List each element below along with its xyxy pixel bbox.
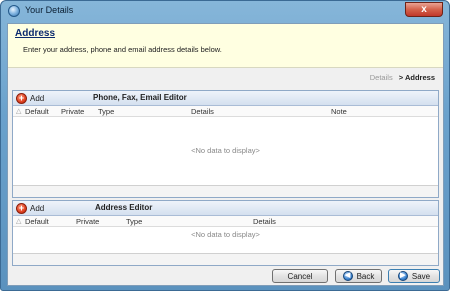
sort-icon[interactable]: △	[16, 217, 21, 225]
add-label: Add	[30, 204, 45, 213]
column-header-row: △ Default Private Type Details	[13, 216, 438, 227]
panel-title: Phone, Fax, Email Editor	[93, 93, 187, 102]
page-header: Address Enter your address, phone and em…	[8, 24, 443, 68]
panel-toolbar: + Add Phone, Fax, Email Editor	[13, 91, 438, 106]
add-icon: +	[16, 93, 27, 104]
dialog-content: Address Enter your address, phone and em…	[7, 23, 444, 286]
page-description: Enter your address, phone and email addr…	[23, 45, 222, 54]
breadcrumb-address: > Address	[398, 73, 435, 82]
panel-toolbar: + Add Address Editor	[13, 201, 438, 216]
column-default[interactable]: Default	[25, 107, 49, 116]
phone-email-panel: + Add Phone, Fax, Email Editor △ Default…	[12, 90, 439, 198]
close-button[interactable]: x	[405, 2, 443, 17]
add-phone-button[interactable]: + Add	[16, 93, 44, 104]
add-address-button[interactable]: + Add	[16, 203, 44, 214]
column-details[interactable]: Details	[191, 107, 214, 116]
column-details[interactable]: Details	[253, 217, 276, 226]
add-label: Add	[30, 94, 45, 103]
page-title: Address	[15, 28, 56, 39]
column-default[interactable]: Default	[25, 217, 49, 226]
window-title: Your Details	[25, 5, 74, 15]
column-private[interactable]: Private	[61, 107, 84, 116]
panel-title: Address Editor	[95, 203, 153, 212]
save-label: Save	[411, 271, 431, 281]
app-icon	[8, 5, 20, 17]
breadcrumb: Details > Address	[370, 73, 435, 82]
column-type[interactable]: Type	[98, 107, 114, 116]
panel-footer	[13, 185, 438, 197]
column-note[interactable]: Note	[331, 107, 347, 116]
column-private[interactable]: Private	[76, 217, 99, 226]
forward-arrow-icon: ▶	[397, 271, 408, 281]
cancel-label: Cancel	[287, 271, 313, 281]
column-type[interactable]: Type	[126, 217, 142, 226]
add-icon: +	[16, 203, 27, 214]
dialog-window: Your Details x Address Enter your addres…	[0, 0, 450, 291]
breadcrumb-details[interactable]: Details	[370, 73, 393, 82]
title-bar[interactable]: Your Details x	[1, 1, 449, 23]
empty-message: <No data to display>	[191, 146, 260, 155]
back-arrow-icon: ◀	[342, 271, 353, 281]
address-panel: + Add Address Editor △ Default Private T…	[12, 200, 439, 266]
back-label: Back	[356, 271, 375, 281]
cancel-button[interactable]: Cancel	[272, 269, 328, 283]
empty-message: <No data to display>	[191, 230, 260, 239]
column-header-row: △ Default Private Type Details Note	[13, 106, 438, 117]
panel-footer	[13, 253, 438, 265]
save-button[interactable]: ▶ Save	[388, 269, 440, 283]
sort-icon[interactable]: △	[16, 107, 21, 115]
back-button[interactable]: ◀ Back	[335, 269, 382, 283]
